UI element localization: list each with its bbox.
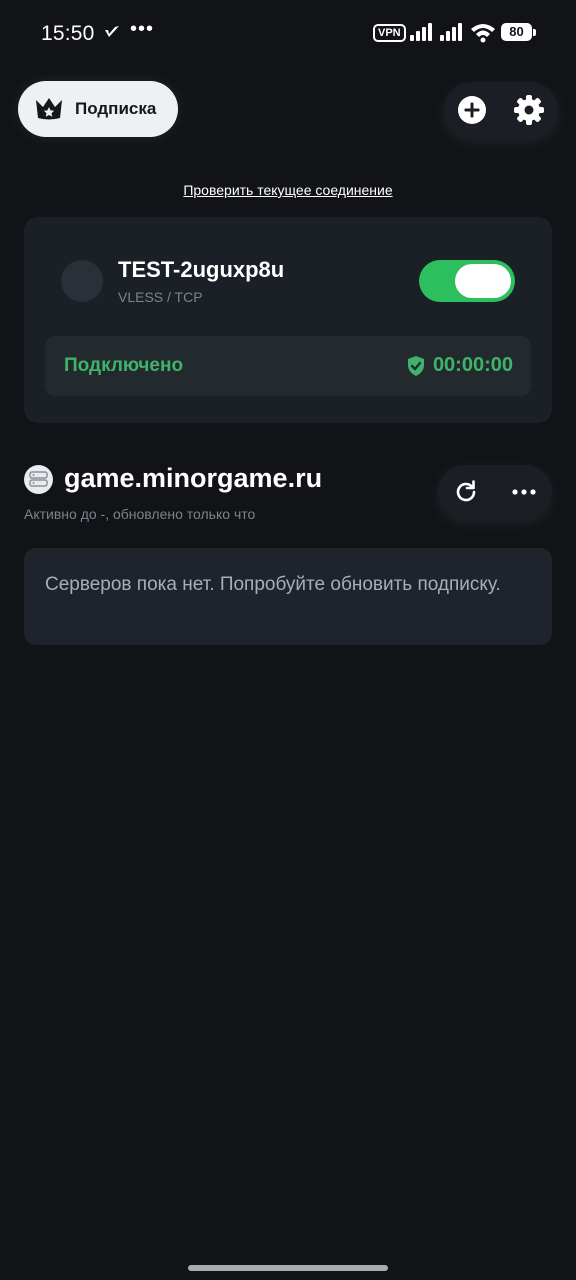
subscription-actions	[438, 465, 552, 519]
subscription-server-icon	[24, 465, 53, 494]
status-bar: 15:50 ••• VPN 80	[0, 0, 576, 68]
notification-check-icon	[105, 26, 119, 37]
subscription-title: game.minorgame.ru	[64, 463, 323, 493]
refresh-icon	[456, 480, 476, 502]
connection-card: TEST-2uguxp8u VLESS / TCP Подключено 00:…	[24, 217, 552, 423]
status-timer: 00:00:00	[406, 354, 513, 377]
status-time: 15:50	[41, 22, 95, 45]
server-stack-icon	[29, 471, 48, 487]
refresh-button[interactable]	[452, 478, 480, 506]
check-connection-link[interactable]: Проверить текущее соединение	[0, 182, 576, 198]
home-indicator[interactable]	[188, 1265, 388, 1271]
server-protocol: VLESS / TCP	[118, 289, 203, 305]
gear-icon	[514, 95, 544, 125]
header-actions	[444, 82, 558, 138]
toggle-knob	[455, 264, 511, 298]
add-button[interactable]	[456, 94, 488, 126]
crown-icon	[36, 98, 62, 120]
app-screen: 15:50 ••• VPN 80 Подписка Проверить теку…	[0, 0, 576, 1280]
more-horizontal-icon	[512, 489, 536, 495]
battery-indicator: 80	[501, 23, 532, 41]
server-avatar	[61, 260, 103, 302]
plus-circle-icon	[458, 96, 486, 124]
connection-duration: 00:00:00	[432, 354, 513, 376]
subscription-meta: Активно до -, обновлено только что	[24, 506, 256, 522]
vpn-indicator: VPN	[373, 24, 406, 42]
status-more-dots: •••	[130, 18, 155, 40]
status-label: Подключено	[64, 355, 184, 376]
subscription-button[interactable]: Подписка	[18, 81, 178, 137]
settings-button[interactable]	[513, 94, 545, 126]
connection-status: Подключено 00:00:00	[45, 336, 531, 396]
signal-icon	[440, 23, 462, 41]
shield-check-icon	[407, 355, 424, 376]
empty-servers-card: Серверов пока нет. Попробуйте обновить п…	[24, 548, 552, 645]
more-button[interactable]	[510, 478, 538, 506]
connection-toggle[interactable]	[419, 260, 515, 302]
signal-icon	[410, 23, 432, 41]
server-name: TEST-2uguxp8u	[118, 257, 285, 282]
empty-servers-message: Серверов пока нет. Попробуйте обновить п…	[45, 574, 501, 595]
wifi-icon	[471, 24, 495, 43]
battery-tip	[533, 29, 536, 36]
subscription-label: Подписка	[75, 99, 157, 118]
